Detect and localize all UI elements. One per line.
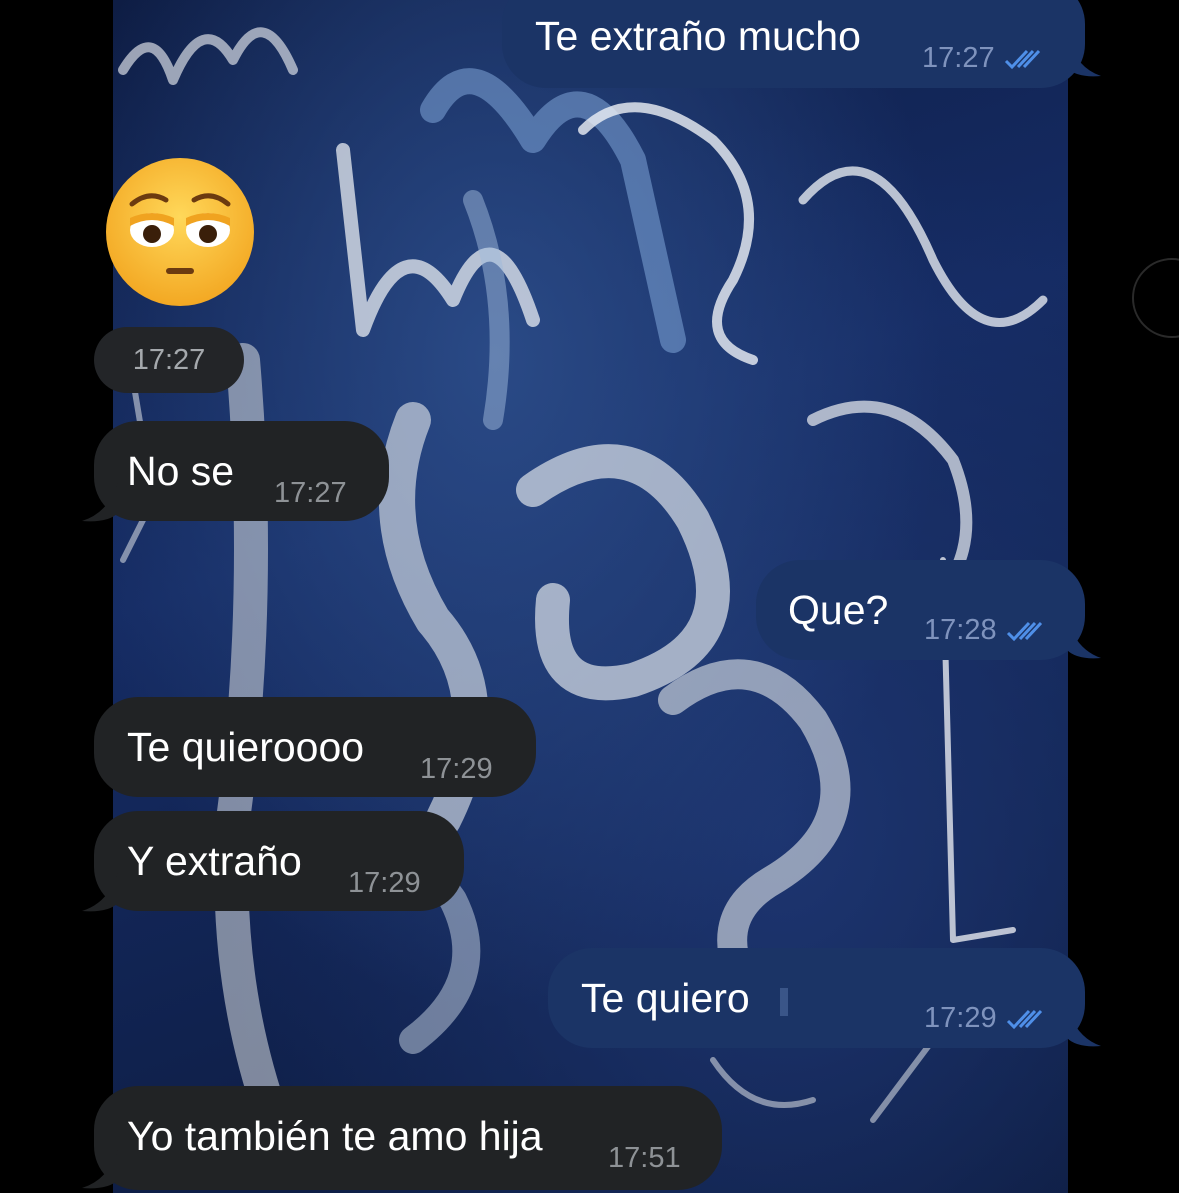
message-incoming[interactable]: Y extraño 17:29	[82, 811, 464, 912]
message-text: Te extraño mucho	[535, 13, 861, 59]
message-text: Te quiero	[581, 975, 750, 1021]
message-outgoing[interactable]: Que? 17:28	[756, 560, 1101, 660]
double-check-icon	[1005, 1007, 1045, 1031]
message-meta: 17:27	[922, 44, 1043, 73]
message-time: 17:29	[924, 1002, 997, 1034]
bubble-tail	[82, 1150, 118, 1189]
message-time: 17:29	[420, 753, 493, 785]
message-meta: 17:29	[924, 1004, 1045, 1033]
left-margin	[0, 0, 113, 1193]
message-outgoing[interactable]: Te extraño mucho 17:27	[502, 0, 1101, 88]
bubble-tail	[1067, 38, 1101, 77]
message-time: 17:27	[922, 42, 995, 74]
message-text: Y extraño	[127, 838, 302, 884]
message-outgoing[interactable]: Te quiero 17:29	[548, 948, 1101, 1048]
message-time: 17:28	[924, 614, 997, 646]
message-text: No se	[127, 448, 235, 494]
double-check-icon	[1003, 47, 1043, 71]
bubble-tail	[82, 483, 118, 522]
message-text: Yo también te amo hija	[127, 1113, 543, 1159]
message-incoming[interactable]: Yo también te amo hija 17:51	[82, 1086, 722, 1190]
message-time: 17:27	[274, 477, 347, 509]
emoji-timestamp: 17:27	[94, 327, 244, 393]
message-text: Te quieroooo	[127, 724, 365, 770]
emoji-message[interactable]	[104, 156, 256, 308]
message-incoming[interactable]: Te quieroooo 17:29	[94, 697, 536, 797]
double-check-icon	[1005, 619, 1045, 643]
message-incoming[interactable]: No se 17:27	[82, 421, 389, 522]
bubble-tail	[1067, 620, 1101, 659]
message-text: Que?	[788, 587, 889, 633]
message-time: 17:51	[608, 1142, 681, 1174]
bubble-tail	[82, 873, 118, 912]
message-meta: 17:28	[924, 616, 1045, 645]
redaction-block	[776, 982, 906, 1022]
flushed-face-icon	[106, 158, 254, 306]
bubble-tail	[1067, 1008, 1101, 1047]
message-time: 17:29	[348, 867, 421, 899]
